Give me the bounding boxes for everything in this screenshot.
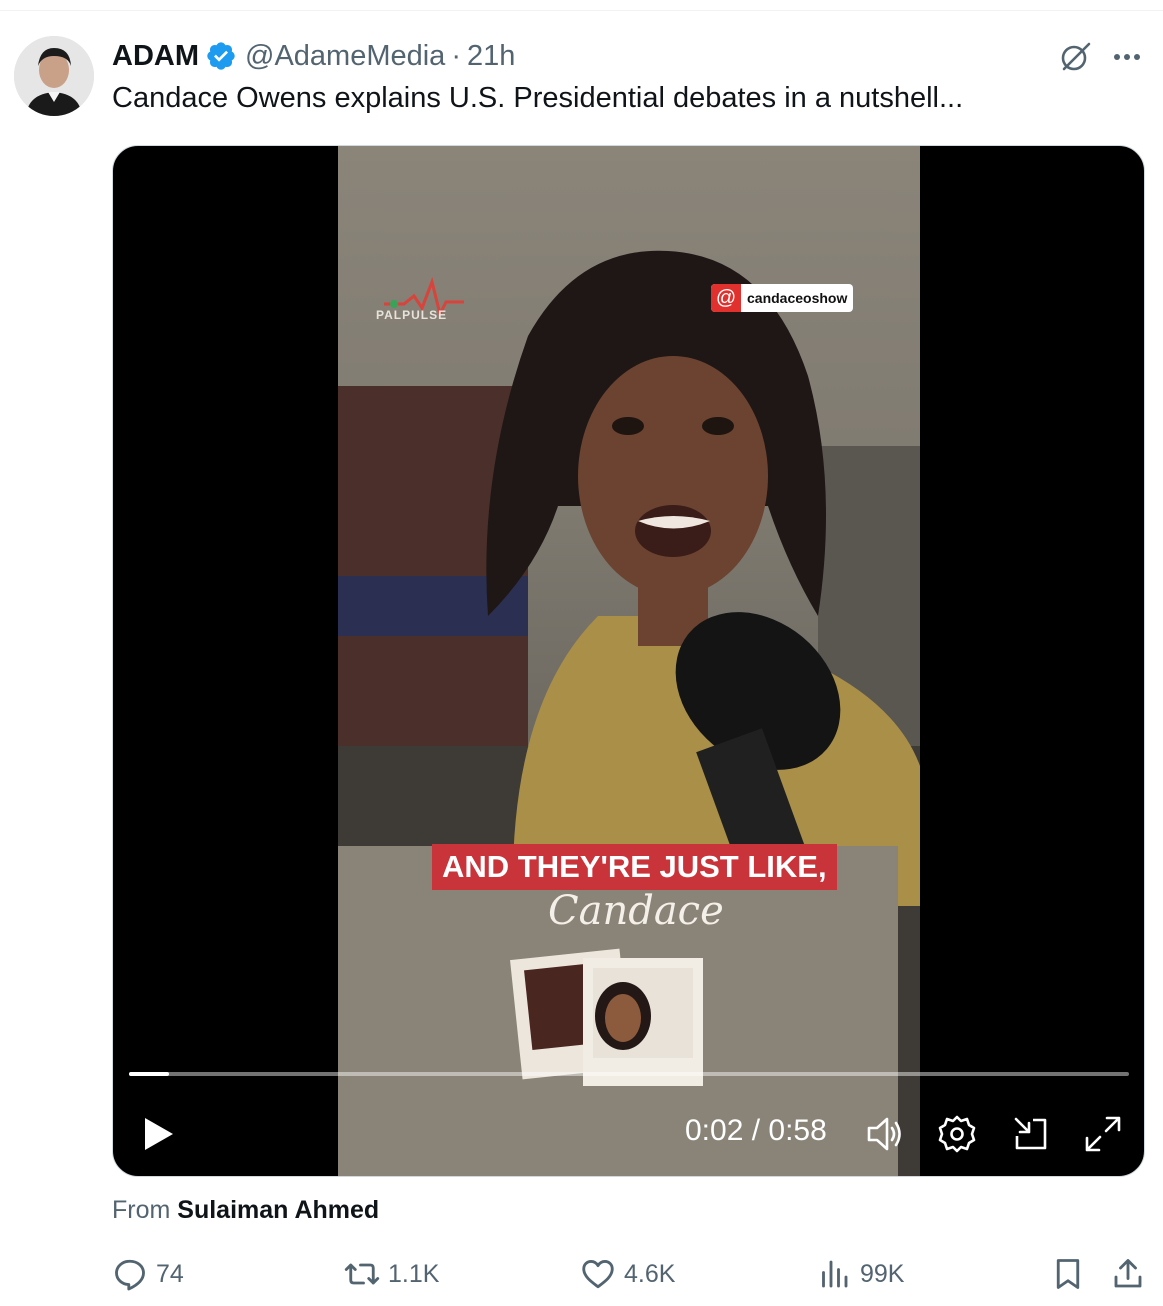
script-signature: Candace xyxy=(548,888,724,934)
video-caption: AND THEY'RE JUST LIKE, xyxy=(432,844,837,890)
play-icon[interactable] xyxy=(143,1116,175,1152)
like-icon xyxy=(582,1259,614,1289)
author-name[interactable]: ADAM xyxy=(112,40,199,73)
bookmark-icon xyxy=(1056,1259,1080,1289)
instagram-handle: candaceoshow xyxy=(747,290,848,306)
video-player[interactable]: PALPULSE @ candaceoshow AND THEY'RE JUST… xyxy=(112,145,1145,1177)
repost-icon xyxy=(344,1263,380,1285)
grok-icon[interactable] xyxy=(1058,40,1092,74)
views-icon xyxy=(822,1260,848,1288)
author-handle[interactable]: @AdameMedia xyxy=(245,40,445,73)
reply-button[interactable]: 74 xyxy=(112,1254,184,1294)
bookmark-button[interactable] xyxy=(1050,1254,1086,1294)
views-button[interactable]: 99K xyxy=(816,1254,904,1294)
views-count: 99K xyxy=(860,1259,905,1288)
minimize-icon[interactable] xyxy=(1011,1114,1051,1154)
repost-button[interactable]: 1.1K xyxy=(344,1254,439,1294)
video-progress-fill xyxy=(129,1072,169,1076)
more-icon[interactable] xyxy=(1110,44,1144,70)
instagram-tag: @ candaceoshow xyxy=(711,284,854,312)
settings-icon[interactable] xyxy=(937,1114,977,1154)
author-avatar[interactable] xyxy=(14,36,94,116)
video-time: 0:02 / 0:58 xyxy=(685,1114,827,1147)
repost-count: 1.1K xyxy=(388,1259,440,1288)
fullscreen-icon[interactable] xyxy=(1083,1114,1123,1154)
like-button[interactable]: 4.6K xyxy=(580,1254,675,1294)
source-prefix: From xyxy=(112,1196,171,1224)
separator-dot: · xyxy=(451,39,461,72)
watermark-text: PALPULSE xyxy=(376,308,448,322)
tweet-text: Candace Owens explains U.S. Presidential… xyxy=(112,82,964,114)
at-icon: @ xyxy=(711,284,741,312)
reply-count: 74 xyxy=(156,1259,184,1288)
tweet-header: ADAM @AdameMedia · 21h xyxy=(112,38,515,74)
volume-icon[interactable] xyxy=(865,1114,905,1154)
video-frame[interactable]: PALPULSE @ candaceoshow AND THEY'RE JUST… xyxy=(338,146,920,1176)
share-icon xyxy=(1114,1259,1142,1288)
share-button[interactable] xyxy=(1110,1254,1146,1294)
tweet-time[interactable]: 21h xyxy=(467,40,515,73)
source-name[interactable]: Sulaiman Ahmed xyxy=(177,1196,379,1224)
like-count: 4.6K xyxy=(624,1259,676,1288)
video-progress-bar[interactable] xyxy=(129,1072,1129,1076)
source-attribution: From Sulaiman Ahmed xyxy=(112,1196,379,1225)
reply-icon xyxy=(115,1259,145,1291)
top-divider xyxy=(0,10,1163,11)
verified-badge-icon xyxy=(207,42,235,70)
